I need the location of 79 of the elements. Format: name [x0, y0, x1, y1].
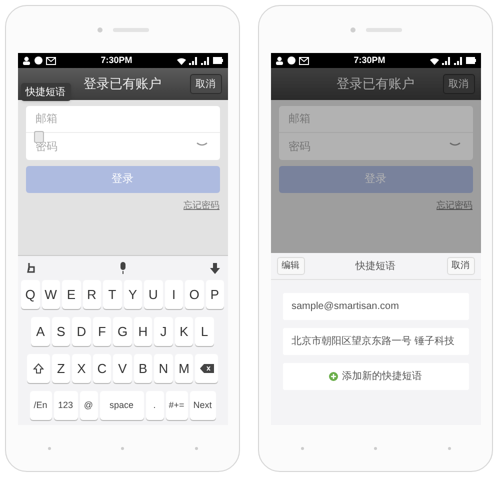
backspace-icon — [200, 364, 214, 373]
nav-dot-icon — [374, 446, 377, 450]
keyboard-key[interactable]: Y — [124, 280, 142, 309]
keyboard-key[interactable]: Z — [52, 354, 70, 383]
envelope-icon — [298, 56, 308, 64]
keyboard-key[interactable]: K — [174, 317, 194, 346]
keyboard-key[interactable]: A — [31, 317, 50, 346]
panel-title: 快捷短语 — [356, 260, 396, 274]
keyboard-key[interactable]: Q — [21, 280, 40, 309]
keyboard-key[interactable]: Next — [190, 391, 216, 420]
keyboard-key[interactable]: R — [82, 280, 101, 309]
person-icon — [22, 56, 30, 65]
keyboard-key[interactable]: S — [52, 317, 70, 346]
keyboard-key[interactable]: M — [174, 354, 194, 383]
plus-icon — [329, 372, 338, 381]
camera-icon — [350, 26, 356, 32]
envelope-icon — [46, 56, 56, 64]
status-time: 7:30PM — [354, 54, 386, 67]
nav-dot-icon — [448, 446, 450, 450]
keyboard-key[interactable]: X — [72, 354, 91, 383]
wifi-icon — [177, 56, 186, 64]
keyboard-key[interactable]: 123 — [54, 391, 78, 420]
keyboard-key[interactable]: W — [42, 280, 60, 309]
add-phrase-button[interactable]: 添加新的快捷短语 — [282, 363, 468, 390]
keyboard-key[interactable]: G — [113, 317, 132, 346]
quick-phrase-item[interactable]: sample@smartisan.com — [282, 293, 468, 320]
signal-icon — [442, 56, 452, 64]
keyboard-key[interactable]: J — [154, 317, 173, 346]
signal-icon — [454, 56, 464, 64]
keyboard-key[interactable]: P — [206, 280, 224, 309]
edit-button[interactable]: 编辑 — [276, 257, 304, 275]
signal-icon — [189, 56, 198, 64]
battery-icon — [213, 57, 224, 64]
nav-dot-icon — [48, 446, 50, 450]
nav-title: 登录已有账户 — [336, 75, 414, 94]
keyboard-key[interactable]: #+= — [166, 391, 188, 420]
wifi-icon — [430, 56, 440, 64]
keyboard-key[interactable]: E — [62, 280, 80, 309]
shift-icon — [32, 363, 44, 374]
chevron-down-icon — [196, 142, 208, 147]
keyboard-key[interactable]: /En — [30, 391, 52, 420]
keyboard-key[interactable]: B — [134, 354, 152, 383]
cancel-button[interactable]: 取消 — [190, 74, 222, 94]
cancel-button[interactable]: 取消 — [446, 257, 474, 275]
email-field[interactable]: 邮箱 — [26, 106, 220, 133]
keyboard-key[interactable]: O — [185, 280, 204, 309]
keyboard-key[interactable]: H — [134, 317, 152, 346]
cancel-button[interactable]: 取消 — [442, 74, 474, 94]
nav-dot-icon — [121, 446, 124, 450]
battery-icon — [466, 57, 476, 64]
quick-phrase-tooltip[interactable]: 快捷短语 — [20, 83, 70, 101]
chevron-down-icon — [448, 142, 460, 147]
keyboard-key[interactable]: T — [103, 280, 122, 309]
nav-title: 登录已有账户 — [84, 75, 162, 94]
keyboard-key[interactable]: F — [92, 317, 112, 346]
keyboard-key[interactable]: @ — [80, 391, 98, 420]
signal-icon — [201, 56, 210, 64]
camera-icon — [96, 26, 102, 32]
quick-phrase-item[interactable]: 北京市朝阳区望京东路一号 锤子科技 — [282, 328, 468, 355]
nav-dot-icon — [300, 446, 304, 450]
keyboard-key[interactable]: C — [92, 354, 112, 383]
download-arrow-icon — [210, 262, 220, 274]
shift-key[interactable] — [26, 354, 50, 383]
keyboard-key[interactable]: L — [195, 317, 214, 346]
keyboard-key[interactable]: I — [164, 280, 183, 309]
text-handle-icon — [34, 131, 44, 143]
nav-dot-icon — [194, 446, 198, 450]
password-field[interactable]: 密码 — [278, 133, 472, 160]
status-time: 7:30PM — [100, 54, 132, 67]
backspace-key[interactable] — [195, 354, 218, 383]
keyboard-key[interactable]: U — [144, 280, 162, 309]
keyboard-key[interactable]: D — [72, 317, 91, 346]
keyboard-key[interactable]: V — [113, 354, 132, 383]
email-field[interactable]: 邮箱 — [278, 106, 472, 133]
person-icon — [274, 56, 284, 65]
keyboard-key[interactable]: N — [154, 354, 173, 383]
microphone-icon — [119, 262, 127, 274]
keyboard-key[interactable]: . — [146, 391, 164, 420]
keyboard-key[interactable]: space — [100, 391, 144, 420]
